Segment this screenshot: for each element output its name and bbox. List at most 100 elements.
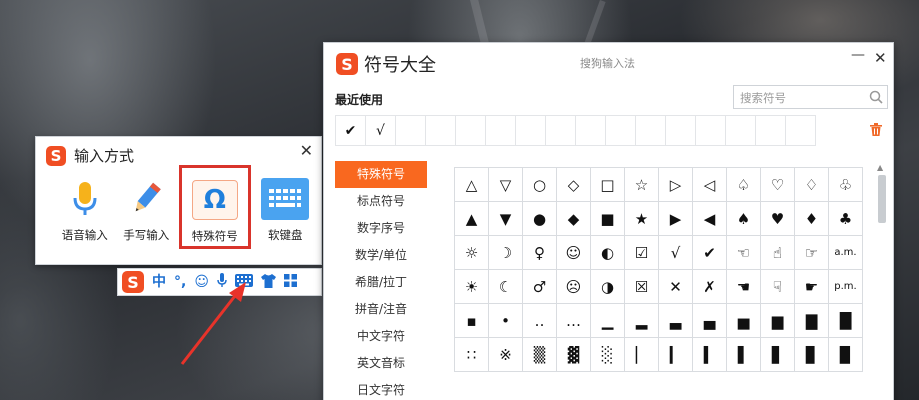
symbol-cell[interactable]: ‥ — [523, 304, 557, 338]
symbol-cell[interactable]: ▲ — [455, 202, 489, 236]
symbol-cell[interactable]: ♡ — [761, 168, 795, 202]
symbol-cell[interactable]: ▍ — [693, 338, 727, 372]
symbol-cell[interactable]: ☑ — [625, 236, 659, 270]
symbol-cell[interactable]: ◁ — [693, 168, 727, 202]
recent-symbol-cell[interactable]: ✔ — [335, 115, 366, 146]
symbol-cell[interactable]: ◀ — [693, 202, 727, 236]
symbol-cell[interactable]: ☛ — [795, 270, 829, 304]
category-item[interactable]: 标点符号 — [335, 188, 427, 215]
symbol-cell[interactable]: ▌ — [727, 338, 761, 372]
symbol-cell[interactable]: ▽ — [489, 168, 523, 202]
recent-symbol-cell[interactable]: √ — [365, 115, 396, 146]
recent-symbol-cell[interactable] — [605, 115, 636, 146]
scroll-up-icon[interactable]: ▲ — [877, 163, 883, 172]
symbol-cell[interactable]: ☜ — [727, 236, 761, 270]
recent-symbol-cell[interactable] — [455, 115, 486, 146]
recent-symbol-cell[interactable] — [785, 115, 816, 146]
symbol-cell[interactable]: ▂ — [625, 304, 659, 338]
symbol-cell[interactable]: □ — [591, 168, 625, 202]
symbol-cell[interactable]: a.m. — [829, 236, 863, 270]
recent-symbol-cell[interactable] — [665, 115, 696, 146]
symbol-cell[interactable]: ♢ — [795, 168, 829, 202]
symbol-cell[interactable]: • — [489, 304, 523, 338]
symbol-cell[interactable]: ♧ — [829, 168, 863, 202]
symbol-cell[interactable]: ▪ — [455, 304, 489, 338]
symbol-cell[interactable]: ▷ — [659, 168, 693, 202]
symbol-cell[interactable]: ▉ — [829, 338, 863, 372]
symbol-cell[interactable]: ✗ — [693, 270, 727, 304]
symbol-cell[interactable]: ▄ — [693, 304, 727, 338]
symbol-cell[interactable]: ☒ — [625, 270, 659, 304]
symbol-cell[interactable]: ☞ — [795, 236, 829, 270]
search-icon[interactable] — [869, 90, 883, 104]
symbol-cell[interactable]: ✔ — [693, 236, 727, 270]
symbol-cell[interactable]: ★ — [625, 202, 659, 236]
symbol-cell[interactable]: ▆ — [761, 304, 795, 338]
scrollbar[interactable]: ▲ — [877, 163, 887, 400]
symbol-cell[interactable]: ♣ — [829, 202, 863, 236]
trash-icon[interactable] — [870, 123, 882, 136]
symbol-cell[interactable]: ◆ — [557, 202, 591, 236]
symbol-cell[interactable]: █ — [829, 304, 863, 338]
symbol-cell[interactable]: △ — [455, 168, 489, 202]
symbol-cell[interactable]: ☹ — [557, 270, 591, 304]
recent-symbol-cell[interactable] — [695, 115, 726, 146]
symbol-cell[interactable]: ◐ — [591, 236, 625, 270]
recent-symbol-cell[interactable] — [575, 115, 606, 146]
symbol-cell[interactable]: ◑ — [591, 270, 625, 304]
symbol-cell[interactable]: ◇ — [557, 168, 591, 202]
symbol-cell[interactable]: ☽ — [489, 236, 523, 270]
recent-symbol-cell[interactable] — [515, 115, 546, 146]
category-item[interactable]: 英文音标 — [335, 350, 427, 377]
symbol-cell[interactable]: ♀ — [523, 236, 557, 270]
category-item[interactable]: 特殊符号 — [335, 161, 427, 188]
symbol-cell[interactable]: ▅ — [727, 304, 761, 338]
symbol-cell[interactable]: ∷ — [455, 338, 489, 372]
symbol-cell[interactable]: ■ — [591, 202, 625, 236]
symbol-cell[interactable]: ▼ — [489, 202, 523, 236]
symbol-cell[interactable]: ▒ — [523, 338, 557, 372]
recent-symbol-cell[interactable] — [725, 115, 756, 146]
symbol-cell[interactable]: ※ — [489, 338, 523, 372]
symbol-cell[interactable]: ▶ — [659, 202, 693, 236]
symbol-cell[interactable]: ▃ — [659, 304, 693, 338]
symbol-cell[interactable]: ♠ — [727, 202, 761, 236]
symbol-cell[interactable]: ▋ — [761, 338, 795, 372]
symbol-cell[interactable]: ● — [523, 202, 557, 236]
recent-symbol-cell[interactable] — [545, 115, 576, 146]
symbol-cell[interactable]: ☼ — [455, 236, 489, 270]
symbol-cell[interactable]: ☀ — [455, 270, 489, 304]
symbol-cell[interactable]: ▓ — [557, 338, 591, 372]
search-input[interactable]: 搜索符号 — [733, 85, 888, 109]
recent-symbol-cell[interactable] — [425, 115, 456, 146]
symbol-cell[interactable]: ☝ — [761, 236, 795, 270]
symbol-cell[interactable]: ♂ — [523, 270, 557, 304]
recent-symbol-cell[interactable] — [395, 115, 426, 146]
symbol-cell[interactable]: ☆ — [625, 168, 659, 202]
symbol-cell[interactable]: ▎ — [659, 338, 693, 372]
symbol-cell[interactable]: ▁ — [591, 304, 625, 338]
recent-symbol-cell[interactable] — [755, 115, 786, 146]
category-item[interactable]: 数学/单位 — [335, 242, 427, 269]
symbol-cell[interactable]: p.m. — [829, 270, 863, 304]
symbol-cell[interactable]: √ — [659, 236, 693, 270]
symbol-cell[interactable]: ☚ — [727, 270, 761, 304]
symbol-cell[interactable]: ♦ — [795, 202, 829, 236]
symbol-cell[interactable]: ▏ — [625, 338, 659, 372]
category-item[interactable]: 拼音/注音 — [335, 296, 427, 323]
symbol-cell[interactable]: ♥ — [761, 202, 795, 236]
symbol-cell[interactable]: ░ — [591, 338, 625, 372]
symbol-cell[interactable]: … — [557, 304, 591, 338]
minimize-button[interactable]: — — [851, 47, 865, 63]
category-item[interactable]: 日文字符 — [335, 377, 427, 400]
scrollbar-thumb[interactable] — [878, 175, 886, 223]
symbol-cell[interactable]: ✕ — [659, 270, 693, 304]
recent-symbol-cell[interactable] — [635, 115, 666, 146]
symbol-cell[interactable]: ☺ — [557, 236, 591, 270]
symbol-cell[interactable]: ☟ — [761, 270, 795, 304]
category-item[interactable]: 中文字符 — [335, 323, 427, 350]
symbol-cell[interactable]: ▊ — [795, 338, 829, 372]
category-item[interactable]: 数字序号 — [335, 215, 427, 242]
symbol-cell[interactable]: ☾ — [489, 270, 523, 304]
symbol-cell[interactable]: ▇ — [795, 304, 829, 338]
